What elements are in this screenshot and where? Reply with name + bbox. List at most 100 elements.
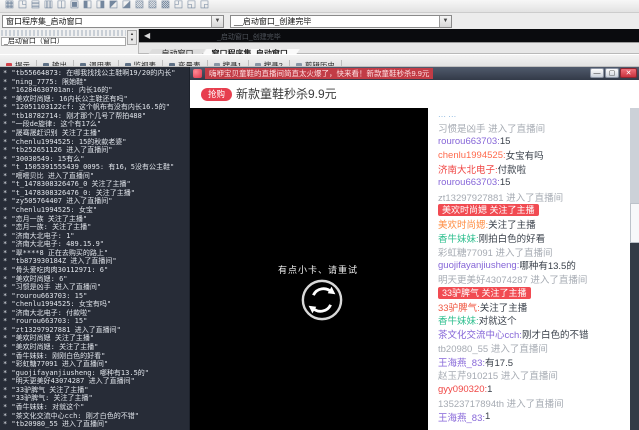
debug-tab[interactable]: 输出 <box>37 60 74 67</box>
chat-line: 习惯是凶手 进入了直播间 <box>428 121 630 135</box>
console-line: * "济南大北电子: 付款啦" <box>3 309 189 318</box>
chat-username[interactable]: rourou663703: <box>438 136 500 147</box>
chat-username[interactable]: 济南大北电子: <box>438 162 498 176</box>
console-line: * "33驴脾气: 关注了主播" <box>3 394 189 403</box>
toolbar-icon[interactable]: ◪ <box>120 0 133 11</box>
console-line: * "一段de旋律: 这个有17么" <box>3 120 189 129</box>
chat-line: 明天更美好43074287 进入了直播间 <box>428 272 630 286</box>
minimize-button[interactable]: — <box>590 68 604 78</box>
console-line: * "33驴脾气 关注了主播" <box>3 386 189 395</box>
toolbar-icon[interactable]: ▣ <box>68 0 81 11</box>
chat-line: rourou663703:15 <box>428 135 630 149</box>
object-combobox[interactable]: 窗口程序集_启动窗口 ▼ <box>2 15 224 28</box>
close-button[interactable]: ✕ <box>620 68 637 78</box>
toolbar-icon[interactable]: ◨ <box>94 0 107 11</box>
debug-tab[interactable]: 提示 <box>0 60 37 67</box>
event-combobox-value: __启动窗口_创建完毕 <box>234 17 311 26</box>
debug-tab[interactable]: 搜寻1 <box>208 60 249 67</box>
console-line: * "骨头爱吃肉肉30112971: 6" <box>3 266 189 275</box>
debug-tab[interactable]: 监视表 <box>119 60 164 67</box>
console-line: * "彩虹糖77091 进入了直播间" <box>3 360 189 369</box>
chat-follow-badge: 美欢时尚媤 关注了主播 <box>438 204 539 216</box>
video-status-text: 有点小卡、请重试 <box>278 263 358 276</box>
scroll-spinner[interactable]: ▲ ▼ <box>127 30 137 45</box>
window-list-item[interactable]: _启动窗口（窗口） <box>1 37 126 46</box>
toolbar-icon[interactable]: ▩ <box>159 0 172 11</box>
toolbar-icon[interactable]: ▧ <box>133 0 146 11</box>
debug-tab[interactable]: 变量表 <box>163 60 208 67</box>
spinner-down-icon[interactable]: ▼ <box>128 37 136 43</box>
code-editor[interactable]: ◀ _启动窗口_创建完毕 <box>139 29 639 42</box>
console-line: * "茶文化交流中心cch: 刚才白色的不错" <box>3 412 189 421</box>
chat-system-text: zt13297927881 进入了直播间 <box>438 190 563 204</box>
console-line: * "guojifayanjiusheng: 哪种有13.5的" <box>3 369 189 378</box>
toolbar-icon[interactable]: ▥ <box>42 0 55 11</box>
chat-username[interactable]: chenlu1994525: <box>438 150 506 161</box>
console-line: * "chenlu1994525: 15的秋款老婆" <box>3 138 189 147</box>
chat-message: 有17.5 <box>485 355 513 369</box>
chat-line: 香牛妹妹:对就这个 <box>428 314 630 328</box>
chat-username[interactable]: 美欢时尚媤: <box>438 217 488 231</box>
console-line: * "chenlu1994525: 女宝" <box>3 206 189 215</box>
chat-username[interactable]: 茶文化交流中心cch: <box>438 327 522 341</box>
chat-panel[interactable]: ⋯ ⋯习惯是凶手 进入了直播间rourou663703:15chenlu1994… <box>428 108 630 430</box>
chat-username[interactable]: 33驴脾气: <box>438 300 480 314</box>
console-line: * "tb252651126 进入了直播间" <box>3 146 189 155</box>
chat-line: 赵玉芹910215 进入了直播间 <box>428 369 630 383</box>
chevron-down-icon[interactable]: ▼ <box>439 16 451 27</box>
console-line: * "tb18782714: 刚才那个几号了帮拍488" <box>3 112 189 121</box>
console-line: * "明天更美好43074287 进入了直播间" <box>3 377 189 386</box>
console-line: * "香牛妹妹: 刚刚白色的好看" <box>3 352 189 361</box>
console-line: * "ning_7775: 限她鞋" <box>3 78 189 87</box>
toolbar-icon[interactable]: ▦ <box>3 0 16 11</box>
console-line: * "香牛妹妹: 对就这个" <box>3 403 189 412</box>
console-line: * "t_1478308326476_0 关注了主播" <box>3 180 189 189</box>
console-line: * "济南大北电子: 1" <box>3 232 189 241</box>
toolbar-icon[interactable]: ◲ <box>198 0 211 11</box>
scroll-left-icon[interactable]: ◀ <box>144 31 150 40</box>
chat-scrollbar-thumb[interactable] <box>630 203 639 243</box>
event-combobox[interactable]: __启动窗口_创建完毕 ▼ <box>230 15 452 28</box>
popup-titlebar[interactable]: 嗨咿宝贝童鞋的直播间简直太火爆了，快来看！新款童鞋秒杀9.9元 — ▢ ✕ <box>190 67 639 80</box>
refresh-icon[interactable] <box>300 278 344 322</box>
chevron-down-icon[interactable]: ▼ <box>211 16 223 27</box>
toolbar-icon[interactable]: ▨ <box>146 0 159 11</box>
console-line: * "晟骞晟赶识别 关注了主播" <box>3 129 189 138</box>
console-line: * "30030549: 15有么" <box>3 155 189 164</box>
chat-follow-badge: 33驴脾气 关注了主播 <box>438 287 531 299</box>
toolbar-icon[interactable]: ◫ <box>55 0 68 11</box>
chat-username[interactable]: guojifayanjiusheng: <box>438 260 519 271</box>
video-player: 有点小卡、请重试 <box>190 108 428 430</box>
console-line: * "zy505764407 进入了直播间" <box>3 197 189 206</box>
debug-output-console[interactable]: * "tb55664873: 在哪我找找公主鞋啊19/20的内长"* "ning… <box>0 67 189 430</box>
chat-scrollbar[interactable] <box>630 108 639 430</box>
maximize-button[interactable]: ▢ <box>605 68 619 78</box>
debug-tab[interactable]: 剪辑历史 <box>290 60 342 67</box>
toolbar-icon[interactable]: ◱ <box>185 0 198 11</box>
chat-username[interactable]: 王海燕_83: <box>438 410 485 424</box>
console-line: * "t_1478308326476_0: 关注了主播" <box>3 189 189 198</box>
console-line: * "zt13297927881 进入了直播间" <box>3 326 189 335</box>
chat-username[interactable]: 王海燕_83: <box>438 355 485 369</box>
chat-message: 付款啦 <box>498 162 527 176</box>
chat-line: 济南大北电子:付款啦 <box>428 162 630 176</box>
toolbar-icon[interactable]: ◰ <box>172 0 185 11</box>
chat-line: 美欢时尚媤:关注了主播 <box>428 217 630 231</box>
chat-line: rourou663703:15 <box>428 176 630 190</box>
chat-username[interactable]: gyy090320: <box>438 384 487 395</box>
popup-content: 有点小卡、请重试 ⋯ ⋯习惯是凶手 进入了直播间rourou663703:15c… <box>190 108 639 430</box>
console-line: * "rourou663703: 15" <box>3 292 189 301</box>
workspace-panel-header <box>1 30 126 36</box>
toolbar-icon[interactable]: ◩ <box>107 0 120 11</box>
chat-username[interactable]: rourou663703: <box>438 177 500 188</box>
toolbar-icon[interactable]: ▤ <box>29 0 42 11</box>
chat-username[interactable]: 香牛妹妹: <box>438 314 479 328</box>
debug-tab[interactable]: 调用表 <box>74 60 119 67</box>
chat-username[interactable]: 香牛妹妹: <box>438 231 479 245</box>
toolbar-icon[interactable]: ◳ <box>16 0 29 11</box>
chat-message: 关注了主播 <box>488 217 536 231</box>
chat-system-text: 13523717894th 进入了直播间 <box>438 396 564 410</box>
toolbar-icon[interactable]: ◧ <box>81 0 94 11</box>
debug-tab[interactable]: 搜寻2 <box>249 60 290 67</box>
chat-line: 美欢时尚媤 关注了主播 <box>428 204 630 218</box>
